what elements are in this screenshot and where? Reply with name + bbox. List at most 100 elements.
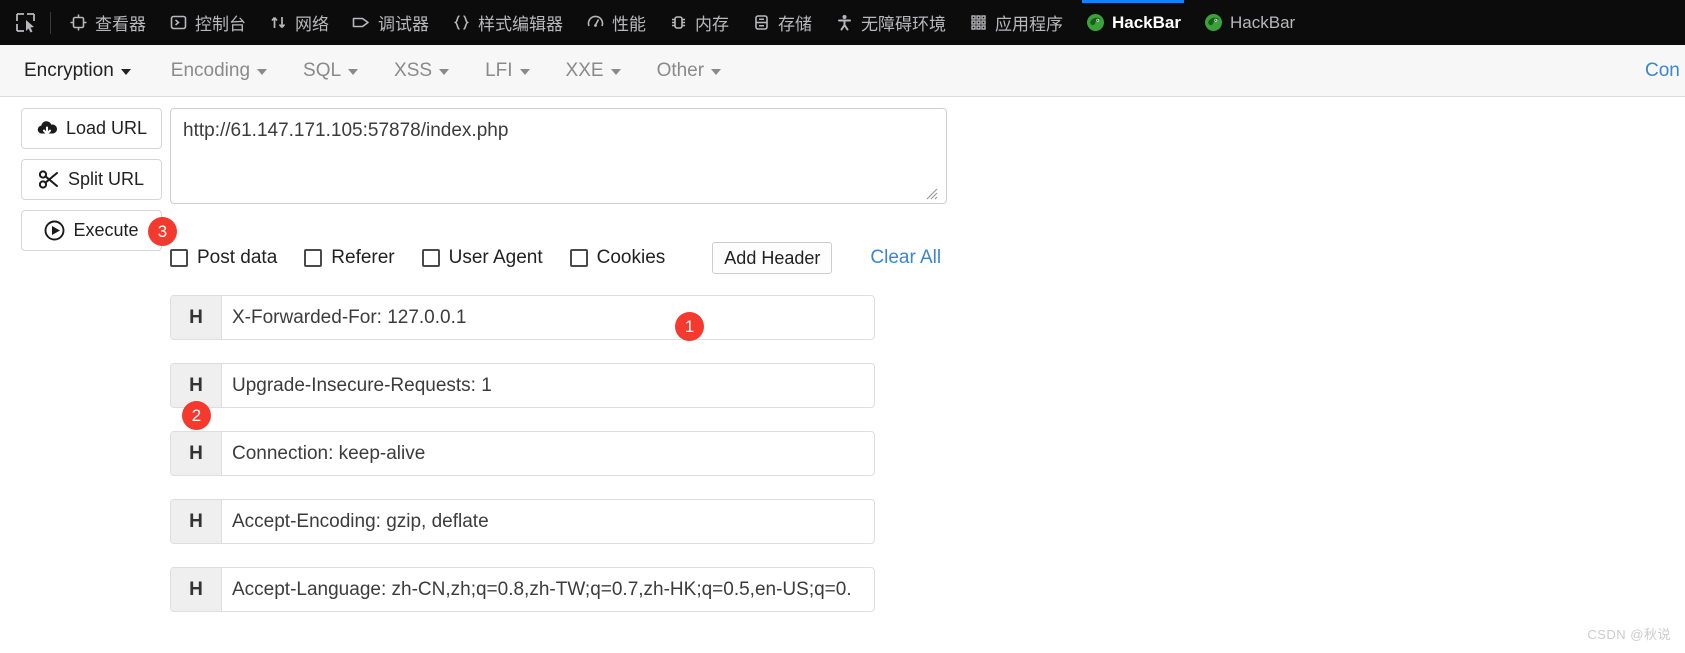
menu-encoding[interactable]: Encoding <box>170 59 268 82</box>
header-value-input[interactable]: Upgrade-Insecure-Requests: 1 <box>222 364 874 407</box>
menu-xxe[interactable]: XXE <box>566 60 621 82</box>
add-header-label: Add Header <box>724 247 821 268</box>
tab-memory[interactable]: 内存 <box>657 0 740 45</box>
menu-xss-label: XSS <box>394 59 433 81</box>
tab-hackbar-secondary[interactable]: HackBar <box>1192 0 1306 45</box>
application-icon <box>968 13 988 33</box>
watermark: CSDN @秋说 <box>1587 627 1671 642</box>
tab-console-label: 控制台 <box>195 15 246 34</box>
checkbox-cookies-label: Cookies <box>596 247 666 268</box>
clear-all-link[interactable]: Clear All <box>870 247 941 269</box>
tab-memory-label: 内存 <box>695 15 729 34</box>
header-row[interactable]: H Accept-Language: zh-CN,zh;q=0.8,zh-TW;… <box>170 567 875 612</box>
firefox-addon-icon <box>1203 13 1223 33</box>
header-value-input[interactable]: Accept-Encoding: gzip, deflate <box>222 500 874 543</box>
chevron-down-icon <box>120 69 131 75</box>
console-icon <box>168 13 188 33</box>
checkbox-referer-label: Referer <box>331 247 395 268</box>
debugger-icon <box>351 13 371 33</box>
checkbox-box-icon <box>170 249 188 267</box>
menu-xxe-label: XXE <box>565 59 604 81</box>
menu-lfi[interactable]: LFI <box>485 60 530 82</box>
headers-list: H X-Forwarded-For: 127.0.0.1 H Upgrade-I… <box>170 295 875 635</box>
chevron-down-icon <box>348 69 359 75</box>
header-prefix: H <box>171 296 222 339</box>
checkbox-post-data[interactable]: Post data <box>170 247 277 269</box>
url-input[interactable] <box>170 108 947 204</box>
chevron-down-icon <box>257 69 268 75</box>
menu-sql[interactable]: SQL <box>303 59 359 82</box>
menu-other[interactable]: Other <box>657 60 722 82</box>
menu-xss[interactable]: XSS <box>394 59 450 82</box>
chevron-down-icon <box>519 69 530 75</box>
menu-encoding-label: Encoding <box>170 59 251 81</box>
performance-icon <box>585 13 605 33</box>
header-row-step-badge: 2 <box>182 401 211 430</box>
tab-inspector-label: 查看器 <box>95 15 146 34</box>
tab-accessibility-label: 无障碍环境 <box>861 15 946 34</box>
menu-other-label: Other <box>656 59 705 81</box>
header-row[interactable]: H Accept-Encoding: gzip, deflate <box>170 499 875 544</box>
checkbox-box-icon <box>569 249 588 267</box>
header-value-input[interactable]: Accept-Language: zh-CN,zh;q=0.8,zh-TW;q=… <box>222 568 874 611</box>
execute-label: Execute <box>73 220 139 240</box>
checkbox-referer[interactable]: Referer <box>304 247 395 269</box>
tab-style-editor-label: 样式编辑器 <box>478 15 563 34</box>
style-editor-icon <box>451 13 471 33</box>
tab-performance[interactable]: 性能 <box>574 0 657 45</box>
network-icon <box>268 13 288 33</box>
hackbar-panel: Load URL Split URL Execute 3 Post da <box>0 97 1685 653</box>
split-url-label: Split URL <box>67 169 145 189</box>
scissors-icon <box>38 170 58 189</box>
checkbox-box-icon <box>421 249 440 267</box>
element-picker-button[interactable] <box>6 0 44 45</box>
header-prefix: H <box>171 568 222 611</box>
header-row[interactable]: H Connection: keep-alive <box>170 431 875 476</box>
split-url-button[interactable]: Split URL <box>21 159 162 200</box>
checkbox-box-icon <box>304 249 323 267</box>
storage-icon <box>751 13 771 33</box>
checkbox-user-agent-label: User Agent <box>448 247 543 268</box>
header-row[interactable]: H X-Forwarded-For: 127.0.0.1 <box>170 295 875 340</box>
chevron-down-icon <box>711 69 722 75</box>
checkbox-user-agent[interactable]: User Agent <box>421 247 543 269</box>
tab-debugger[interactable]: 调试器 <box>340 0 440 45</box>
hackbar-menubar: Encryption Encoding SQL XSS LFI XXE Othe… <box>0 45 1685 97</box>
tab-hackbar-label: HackBar <box>1112 12 1181 32</box>
tab-accessibility[interactable]: 无障碍环境 <box>823 0 957 45</box>
memory-icon <box>668 13 688 33</box>
add-header-button[interactable]: Add Header <box>712 242 833 274</box>
header-value-input[interactable]: Connection: keep-alive <box>222 432 874 475</box>
execute-button[interactable]: Execute 3 <box>21 210 177 251</box>
tab-network-label: 网络 <box>295 15 329 34</box>
checkbox-post-data-label: Post data <box>197 247 278 268</box>
inspector-icon <box>68 13 88 33</box>
tab-console[interactable]: 控制台 <box>157 0 257 45</box>
load-url-button[interactable]: Load URL <box>21 108 162 149</box>
header-prefix: H <box>171 432 222 475</box>
execute-step-badge: 3 <box>148 217 177 246</box>
tab-inspector[interactable]: 查看器 <box>57 0 157 45</box>
devtools-toolbar: 查看器 控制台 网络 调试器 样式编辑器 性能 内存 存储 无障碍环境 应用程序… <box>0 0 1685 45</box>
tab-performance-label: 性能 <box>612 15 646 34</box>
tab-storage[interactable]: 存储 <box>740 0 823 45</box>
element-picker-icon <box>15 13 35 33</box>
menu-encryption-label: Encryption <box>24 59 114 81</box>
tab-application-label: 应用程序 <box>995 15 1063 34</box>
toolbar-divider <box>50 11 51 34</box>
menu-encryption[interactable]: Encryption <box>24 60 131 82</box>
menu-convert-label: Con <box>1645 60 1680 81</box>
tab-network[interactable]: 网络 <box>257 0 340 45</box>
header-value-input[interactable]: X-Forwarded-For: 127.0.0.1 <box>222 296 874 339</box>
play-circle-icon <box>45 220 65 241</box>
menu-sql-label: SQL <box>303 59 342 81</box>
header-row[interactable]: H Upgrade-Insecure-Requests: 1 <box>170 363 875 408</box>
tab-style-editor[interactable]: 样式编辑器 <box>440 0 574 45</box>
checkbox-cookies[interactable]: Cookies <box>569 247 666 269</box>
tab-application[interactable]: 应用程序 <box>957 0 1074 45</box>
menu-convert-truncated[interactable]: Con <box>1645 45 1685 97</box>
tab-storage-label: 存储 <box>778 15 812 34</box>
accessibility-icon <box>834 13 854 33</box>
tab-hackbar[interactable]: HackBar <box>1074 0 1192 45</box>
add-header-step-badge: 1 <box>675 312 704 341</box>
